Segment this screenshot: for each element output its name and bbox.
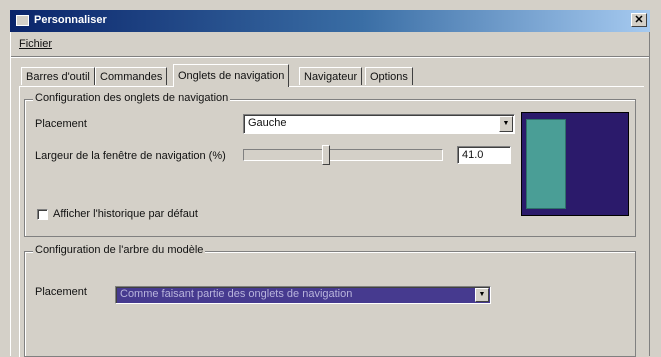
nav-config-group: Configuration des onglets de navigation … (24, 92, 636, 237)
history-label: Afficher l'historique par défaut (53, 208, 198, 220)
tree-placement-select[interactable]: Comme faisant partie des onglets de navi… (115, 286, 491, 304)
nav-placement-label: Placement (35, 118, 87, 130)
app-icon (16, 15, 29, 26)
dialog-window: Fichier Barres d'outil Commandes Onglets… (10, 32, 650, 357)
nav-placement-select[interactable]: Gauche ▼ (243, 114, 515, 134)
tab-commandes[interactable]: Commandes (95, 67, 168, 85)
tab-onglets-navigation[interactable]: Onglets de navigation (173, 64, 290, 87)
tab-panel: Configuration des onglets de navigation … (19, 86, 644, 357)
tab-navigateur[interactable]: Navigateur (299, 67, 363, 85)
window-title: Personnaliser (34, 14, 107, 26)
menu-item-fichier[interactable]: Fichier (19, 38, 52, 50)
tab-options[interactable]: Options (365, 67, 413, 85)
tree-placement-label: Placement (35, 286, 87, 298)
close-button[interactable]: ✕ (631, 13, 647, 27)
nav-preview (521, 112, 629, 216)
nav-placement-value: Gauche (248, 117, 287, 129)
tree-placement-value: Comme faisant partie des onglets de navi… (120, 288, 353, 300)
tab-barres-outil[interactable]: Barres d'outil (21, 67, 95, 85)
nav-width-slider-track[interactable] (243, 149, 443, 161)
chevron-down-icon[interactable]: ▼ (499, 116, 513, 132)
nav-preview-panel (526, 119, 566, 209)
history-checkbox[interactable] (37, 209, 48, 220)
nav-width-value: 41.0 (462, 149, 484, 161)
nav-config-title: Configuration des onglets de navigation (33, 92, 231, 104)
tree-config-group: Configuration de l'arbre du modèle Place… (24, 244, 636, 357)
title-bar: Personnaliser ✕ (10, 10, 650, 32)
menu-bar: Fichier (19, 38, 52, 50)
nav-width-input[interactable]: 41.0 (457, 146, 511, 164)
nav-width-label: Largeur de la fenêtre de navigation (%) (35, 150, 226, 162)
tree-config-title: Configuration de l'arbre du modèle (33, 244, 206, 256)
menu-separator (11, 56, 649, 58)
chevron-down-icon[interactable]: ▼ (475, 288, 489, 302)
nav-width-slider-thumb[interactable] (321, 145, 330, 165)
